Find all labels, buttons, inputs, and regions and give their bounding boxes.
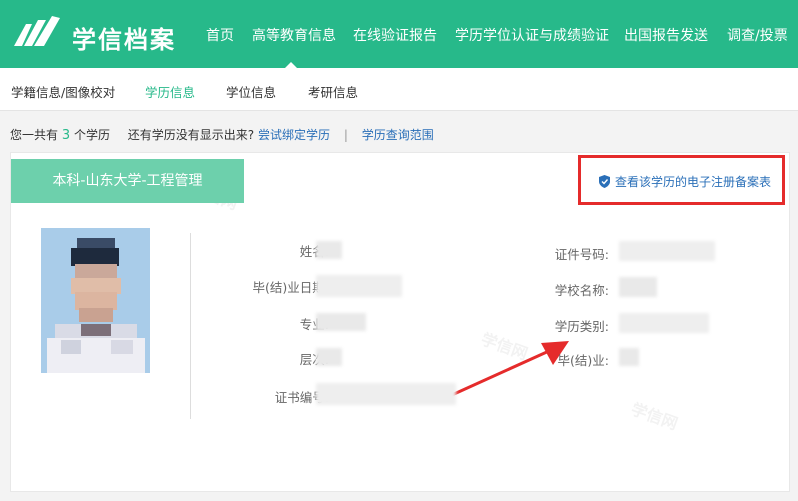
nav-home[interactable]: 首页 [206, 25, 234, 45]
nav-survey[interactable]: 调查/投票 [727, 25, 788, 45]
top-nav-bar: 学信档案 首页 高等教育信息 在线验证报告 学历学位认证与成绩验证 出国报告发送… [0, 0, 798, 69]
field-label-graduation-date: 毕(结)业日期: [252, 280, 329, 295]
tab-degree-info[interactable]: 学位信息 [226, 82, 276, 101]
e-registration-link[interactable]: 查看该学历的电子注册备案表 [599, 173, 771, 190]
record-count: 3 [61, 128, 71, 143]
tab-postgrad-exam[interactable]: 考研信息 [308, 82, 358, 101]
e-registration-link-label: 查看该学历的电子注册备案表 [615, 175, 772, 189]
query-scope-link[interactable]: 学历查询范围 [362, 128, 434, 142]
student-photo [41, 228, 150, 373]
degree-card: 学信网 学信网 学信网 学信网 本科-山东大学-工程管理 查看该学历的电子注册备… [10, 152, 790, 492]
field-value-name [316, 241, 342, 259]
count-prefix: 您一共有 [10, 128, 59, 142]
field-label-id-number: 证件号码: [554, 247, 609, 262]
field-value-id-number [619, 241, 715, 261]
annotation-highlight-box: 查看该学历的电子注册备案表 [578, 155, 785, 205]
field-value-graduation-status [619, 348, 639, 366]
field-value-certificate-no [316, 383, 456, 405]
shield-icon [599, 175, 610, 188]
annotation-arrow-icon [442, 341, 569, 401]
sub-nav-bar: 学籍信息/图像校对 学历信息 学位信息 考研信息 [0, 68, 798, 111]
count-suffix: 个学历 [73, 128, 110, 142]
degree-title-tag: 本科-山东大学-工程管理 [11, 159, 244, 203]
field-label-graduation-status: 毕(结)业: [557, 353, 609, 368]
tab-degree-record[interactable]: 学历信息 [145, 82, 195, 101]
field-label-certificate-no: 证书编号: [274, 390, 329, 405]
watermark: 学信网 [628, 399, 681, 434]
brand-name[interactable]: 学信档案 [72, 20, 176, 55]
field-value-major [316, 313, 366, 331]
nav-overseas-report[interactable]: 出国报告发送 [624, 25, 708, 45]
record-count-line: 您一共有 3 个学历 还有学历没有显示出来? 尝试绑定学历 | 学历查询范围 [10, 126, 434, 143]
field-label-degree-type: 学历类别: [554, 319, 609, 334]
tab-enrollment-info[interactable]: 学籍信息/图像校对 [11, 82, 115, 101]
field-value-graduation-date [316, 275, 402, 297]
section-divider [190, 233, 191, 419]
nav-higher-education[interactable]: 高等教育信息 [252, 25, 336, 45]
logo-icon[interactable] [12, 16, 62, 50]
field-value-degree-type [619, 313, 709, 333]
missing-question: 还有学历没有显示出来? [127, 128, 255, 142]
field-value-level [316, 348, 342, 366]
field-value-school-name [619, 277, 657, 297]
nav-online-report[interactable]: 在线验证报告 [353, 25, 437, 45]
link-separator: | [343, 128, 348, 142]
nav-certification[interactable]: 学历学位认证与成绩验证 [455, 25, 609, 45]
field-label-school-name: 学校名称: [554, 283, 609, 298]
bind-degree-link[interactable]: 尝试绑定学历 [258, 128, 330, 142]
